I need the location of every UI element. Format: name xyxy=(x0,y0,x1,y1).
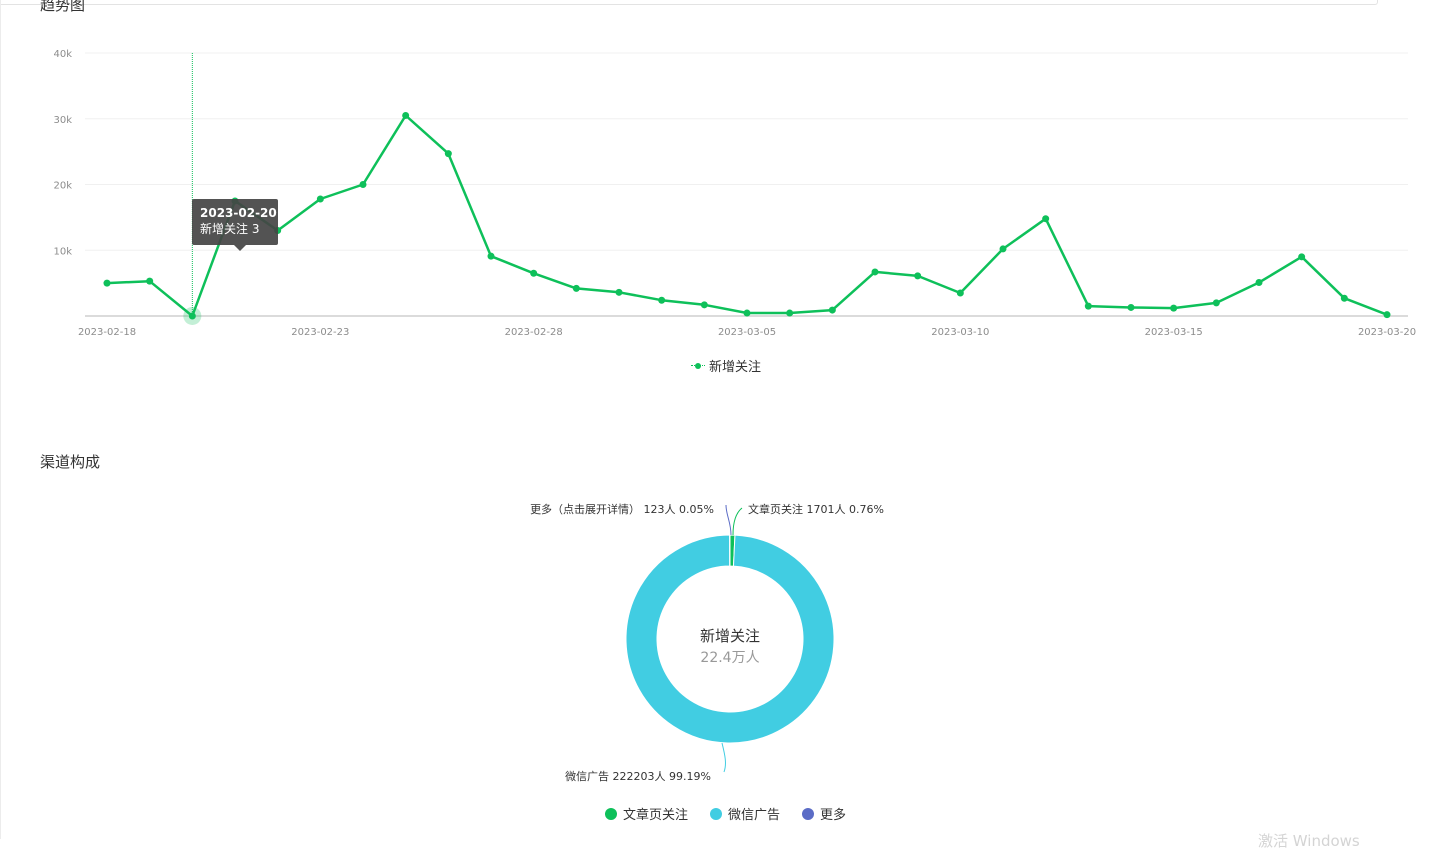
data-point xyxy=(701,301,708,308)
leader-line-more xyxy=(726,505,731,535)
y-tick-label: 40k xyxy=(53,49,72,60)
slice-label-wechat: 微信广告 222203人 99.19% xyxy=(565,768,711,784)
trend-legend-item[interactable]: 新增关注 xyxy=(691,356,761,375)
leader-line-wechat xyxy=(722,743,725,772)
data-point xyxy=(573,285,580,292)
trend-line-chart[interactable]: 10k 20k 30k 40k 2023-02-18 2023-02-23 2023-02-… xyxy=(0,0,1447,345)
data-point xyxy=(402,112,409,119)
data-point xyxy=(1042,215,1049,222)
data-point xyxy=(1000,245,1007,252)
slice-label-more[interactable]: 更多（点击展开详情） 123人 0.05% xyxy=(530,501,714,517)
data-point xyxy=(488,253,495,260)
data-point xyxy=(1256,279,1263,286)
tooltip-value: 新增关注 3 xyxy=(200,221,278,237)
data-point xyxy=(445,150,452,157)
data-point xyxy=(744,310,751,317)
legend-line-marker-icon xyxy=(691,361,705,371)
legend-item-more[interactable]: 更多 xyxy=(802,804,846,823)
data-point xyxy=(317,195,324,202)
y-tick-label: 20k xyxy=(53,181,72,192)
trend-legend-label: 新增关注 xyxy=(709,356,761,375)
slice-label-article: 文章页关注 1701人 0.76% xyxy=(748,501,884,517)
donut-center-label: 新增关注 xyxy=(630,625,830,646)
data-point xyxy=(1341,295,1348,302)
y-tick-label: 30k xyxy=(53,115,72,126)
legend-label-article: 文章页关注 xyxy=(623,804,688,823)
data-point xyxy=(872,268,879,275)
chart-tooltip: 2023-02-20 新增关注 3 xyxy=(192,199,278,245)
channel-legend: 文章页关注 微信广告 更多 xyxy=(605,804,846,823)
data-point xyxy=(1213,299,1220,306)
data-point xyxy=(616,289,623,296)
slice-article xyxy=(730,535,735,566)
y-tick-label: 10k xyxy=(53,246,72,257)
legend-dot-wechat-icon xyxy=(710,808,722,820)
legend-dot-more-icon xyxy=(802,808,814,820)
windows-activation-watermark: 激活 Windows xyxy=(1258,830,1360,851)
x-tick-label: 2023-02-18 xyxy=(78,327,136,338)
legend-label-more: 更多 xyxy=(820,804,846,823)
x-tick-label: 2023-03-20 xyxy=(1358,327,1416,338)
x-tick-label: 2023-03-10 xyxy=(931,327,989,338)
channel-section-title: 渠道构成 xyxy=(40,451,100,472)
data-point xyxy=(189,312,196,319)
x-tick-label: 2023-03-05 xyxy=(718,327,776,338)
tooltip-date: 2023-02-20 xyxy=(200,206,278,221)
x-tick-label: 2023-02-23 xyxy=(291,327,349,338)
data-point xyxy=(829,307,836,314)
data-point xyxy=(1170,305,1177,312)
donut-center-value: 22.4万人 xyxy=(630,647,830,667)
legend-item-wechat[interactable]: 微信广告 xyxy=(710,804,780,823)
data-point xyxy=(530,270,537,277)
data-point xyxy=(658,297,665,304)
data-point xyxy=(1128,304,1135,311)
data-point xyxy=(914,272,921,279)
data-point xyxy=(957,289,964,296)
data-point xyxy=(786,310,793,317)
series-line xyxy=(107,116,1387,317)
legend-label-wechat: 微信广告 xyxy=(728,804,780,823)
x-tick-label: 2023-02-28 xyxy=(505,327,563,338)
x-tick-label: 2023-03-15 xyxy=(1145,327,1203,338)
data-point xyxy=(1384,311,1391,318)
data-point xyxy=(360,181,367,188)
legend-dot-article-icon xyxy=(605,808,617,820)
data-point xyxy=(146,278,153,285)
legend-item-article[interactable]: 文章页关注 xyxy=(605,804,688,823)
data-point xyxy=(104,280,111,287)
data-point xyxy=(1085,303,1092,310)
leader-line-article xyxy=(733,508,742,535)
data-point xyxy=(1298,253,1305,260)
